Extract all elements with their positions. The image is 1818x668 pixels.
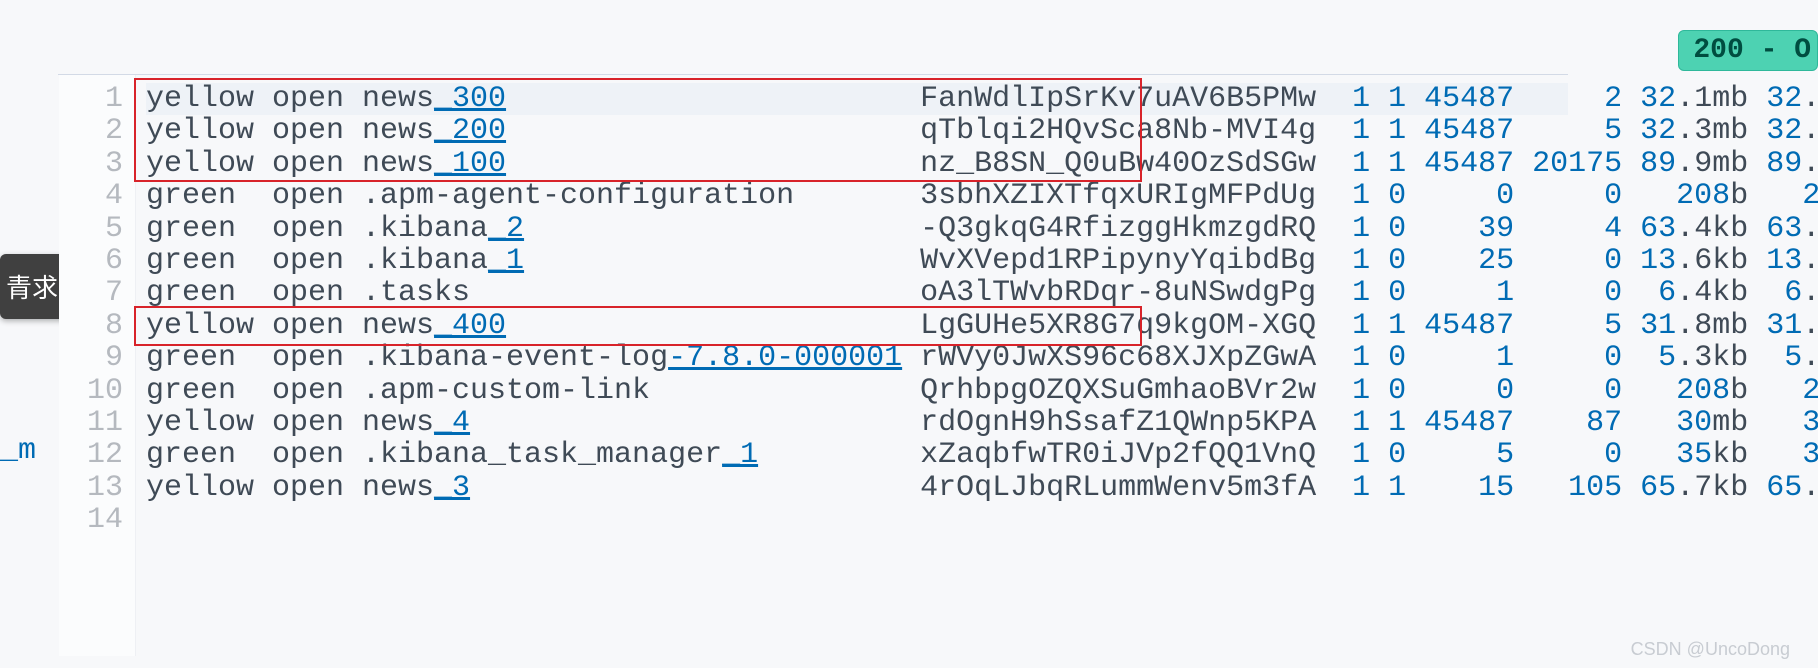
index-link[interactable]: _3 — [434, 471, 470, 505]
output-line: yellowopennews_400 LgGUHe5XR8G7q9kgOM-XG… — [146, 310, 1568, 342]
output-line — [146, 504, 1568, 536]
index-link[interactable]: _1 — [722, 438, 758, 472]
index-link[interactable]: _100 — [434, 147, 506, 181]
output-line: yellowopennews_300 FanWdlIpSrKv7uAV6B5PM… — [146, 83, 1568, 115]
line-number: 11 — [59, 407, 123, 439]
index-link[interactable]: _200 — [434, 114, 506, 148]
output-line: yellowopennews_3 4rOqLJbqRLummWenv5m3fA1… — [146, 472, 1568, 504]
output-line: greenopen.apm-custom-link QrhbpgOZQXSuGm… — [146, 375, 1568, 407]
index-link[interactable]: _4 — [434, 406, 470, 440]
line-number: 10 — [59, 375, 123, 407]
watermark: CSDN @UncoDong — [1631, 639, 1790, 660]
line-number: 3 — [59, 148, 123, 180]
line-number: 7 — [59, 277, 123, 309]
output-line: greenopen.kibana_1 WvXVepd1RPipynyYqibdB… — [146, 245, 1568, 277]
index-link[interactable]: -7.8.0-000001 — [668, 341, 902, 375]
line-number: 5 — [59, 213, 123, 245]
tooltip-text: 青求 — [6, 273, 58, 303]
index-link[interactable]: _2 — [488, 212, 524, 246]
output-line: greenopen.kibana-event-log-7.8.0-000001 … — [146, 342, 1568, 374]
line-number: 14 — [59, 504, 123, 536]
line-number: 13 — [59, 472, 123, 504]
index-link[interactable]: _300 — [434, 82, 506, 116]
line-number: 4 — [59, 180, 123, 212]
left-editor-fragment: _m — [0, 434, 36, 468]
line-number: 9 — [59, 342, 123, 374]
response-editor[interactable]: 1234567891011121314 yellowopennews_300 F… — [58, 74, 1568, 75]
line-number: 1 — [59, 83, 123, 115]
response-status-badge[interactable]: 200 - O — [1678, 30, 1818, 71]
line-number: 8 — [59, 310, 123, 342]
output-line: yellowopennews_200 qTblqi2HQvSca8Nb-MVI4… — [146, 115, 1568, 147]
line-number: 6 — [59, 245, 123, 277]
output-line: greenopen.kibana_2 -Q3gkqG4RfizggHkmzgdR… — [146, 213, 1568, 245]
output-line: yellowopennews_4 rdOgnH9hSsafZ1QWnp5KPA1… — [146, 407, 1568, 439]
response-body[interactable]: yellowopennews_300 FanWdlIpSrKv7uAV6B5PM… — [136, 75, 1568, 656]
output-line: greenopen.apm-agent-configuration 3sbhXZ… — [146, 180, 1568, 212]
line-number-gutter: 1234567891011121314 — [59, 75, 136, 656]
index-link[interactable]: _400 — [434, 309, 506, 343]
output-line: greenopen.kibana_task_manager_1 xZaqbfwT… — [146, 439, 1568, 471]
output-line: yellowopennews_100 nz_B8SN_Q0uBw40OzSdSG… — [146, 148, 1568, 180]
output-line: greenopen.tasks oA3lTWvbRDqr-8uNSwdgPg10… — [146, 277, 1568, 309]
line-number: 12 — [59, 439, 123, 471]
status-badge-text: 200 - O — [1693, 35, 1811, 66]
index-link[interactable]: _1 — [488, 244, 524, 278]
line-number: 2 — [59, 115, 123, 147]
